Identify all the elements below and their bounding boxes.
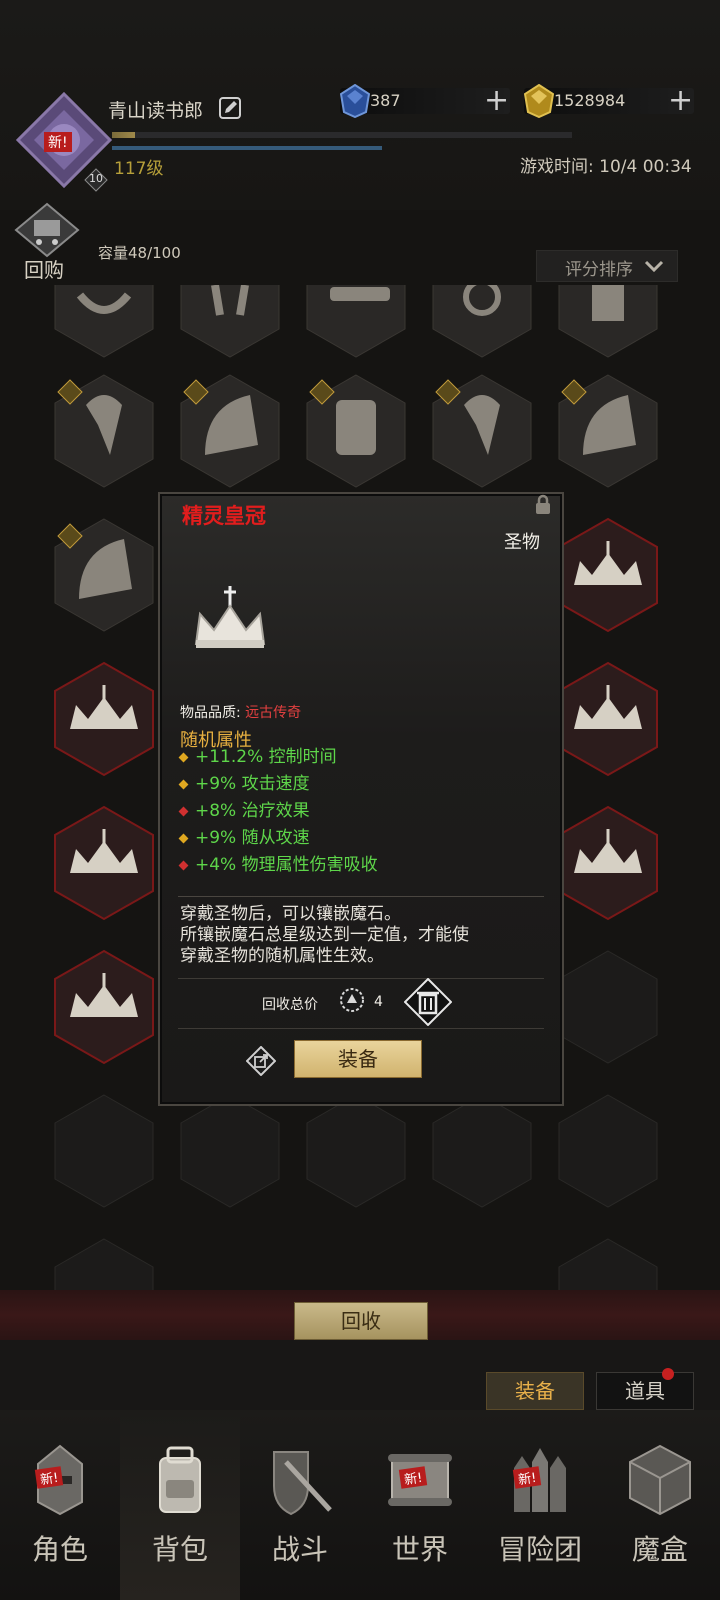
quality-value: 远古传奇 xyxy=(245,705,302,721)
attribute-row: +9% 攻击速度 xyxy=(178,769,310,794)
equip-button[interactable]: 装备 xyxy=(294,1040,422,1078)
nav-role[interactable]: 新! 角色 xyxy=(0,1410,120,1600)
lock-icon[interactable] xyxy=(532,494,554,516)
capacity-label: 容量48/100 xyxy=(98,244,181,262)
item-slot[interactable] xyxy=(558,661,658,777)
cart-icon xyxy=(14,202,80,258)
bottom-navbar: 新! 角色 背包 战斗 新! 世界 新! 冒险团 魔盒 xyxy=(0,1410,720,1600)
empty-slot[interactable] xyxy=(306,1094,406,1208)
item-description: 穿戴圣物后，可以镶嵌魔石。 所镶嵌魔石总星级达到一定值，才能使 穿戴圣物的随机属… xyxy=(180,904,469,966)
item-name: 精灵皇冠 xyxy=(182,504,266,528)
quality-label: 物品品质: xyxy=(180,705,241,721)
item-slot[interactable] xyxy=(306,374,406,488)
gold-currency: 1528984 + xyxy=(524,84,694,118)
soul-stone-icon xyxy=(340,988,364,1012)
divider xyxy=(178,896,544,897)
cube-icon xyxy=(629,1444,691,1516)
empty-slot[interactable] xyxy=(54,1094,154,1208)
edit-icon[interactable] xyxy=(218,96,242,120)
nav-world[interactable]: 新! 世界 xyxy=(360,1410,480,1600)
add-gold-button[interactable]: + xyxy=(668,86,693,116)
item-slot[interactable] xyxy=(558,374,658,488)
divider xyxy=(178,1028,544,1029)
sort-label: 评分排序 xyxy=(565,260,633,280)
empty-slot[interactable] xyxy=(180,1094,280,1208)
empty-slot[interactable] xyxy=(558,1094,658,1208)
recycle-button[interactable]: 回收 xyxy=(294,1302,428,1340)
game-time: 游戏时间: 10/4 00:34 xyxy=(520,157,692,177)
buyback-label: 回购 xyxy=(24,258,64,282)
player-level: 117级 xyxy=(114,159,164,179)
level-badge: 10 xyxy=(84,168,108,192)
item-slot[interactable] xyxy=(54,374,154,488)
item-detail-popup: 精灵皇冠 圣物 物品品质: 远古传奇 随机属性 +11.2% 控制时间 +9% … xyxy=(158,492,564,1106)
item-slot[interactable] xyxy=(180,374,280,488)
item-slot[interactable] xyxy=(558,805,658,921)
item-slot[interactable] xyxy=(54,949,154,1065)
item-slot[interactable] xyxy=(558,517,658,633)
item-slot[interactable] xyxy=(558,285,658,358)
quality-row: 物品品质: 远古传奇 xyxy=(180,702,301,722)
item-slot[interactable] xyxy=(180,285,280,358)
item-slot[interactable] xyxy=(432,374,532,488)
item-slot[interactable] xyxy=(432,285,532,358)
tab-items[interactable]: 道具 xyxy=(596,1372,694,1410)
backpack-icon xyxy=(159,1446,201,1513)
secondary-bar xyxy=(112,146,382,150)
exp-bar-fill xyxy=(112,132,135,138)
empty-slot[interactable] xyxy=(558,1238,658,1295)
sort-dropdown[interactable]: 评分排序 xyxy=(536,250,678,282)
gold-icon xyxy=(524,84,554,118)
gem-icon xyxy=(340,84,370,118)
empty-slot[interactable] xyxy=(54,1238,154,1295)
recycle-price-label: 回收总价 xyxy=(262,997,318,1013)
item-slot[interactable] xyxy=(54,518,154,632)
notification-dot xyxy=(662,1368,674,1380)
nav-battle[interactable]: 战斗 xyxy=(240,1410,360,1600)
chevron-down-icon xyxy=(644,260,664,273)
shield-sword-icon xyxy=(273,1451,332,1516)
nav-magic-box[interactable]: 魔盒 xyxy=(600,1410,720,1600)
tab-equipment[interactable]: 装备 xyxy=(486,1372,584,1410)
share-icon[interactable] xyxy=(246,1046,276,1076)
crown-icon xyxy=(194,586,266,648)
item-slot[interactable] xyxy=(54,805,154,921)
add-gems-button[interactable]: + xyxy=(484,86,509,116)
gem-currency: 387 + xyxy=(340,84,510,118)
trash-icon[interactable] xyxy=(404,978,452,1026)
item-slot[interactable] xyxy=(306,285,406,358)
exp-bar xyxy=(112,132,572,138)
player-name: 青山读书郎 xyxy=(108,100,204,122)
buyback-button[interactable]: 回购 xyxy=(14,202,84,282)
recycle-price-value: 4 xyxy=(374,994,383,1010)
item-type: 圣物 xyxy=(504,532,540,553)
divider xyxy=(178,978,544,979)
nav-bag[interactable]: 背包 xyxy=(120,1410,240,1600)
empty-slot[interactable] xyxy=(432,1094,532,1208)
empty-slot[interactable] xyxy=(558,950,658,1064)
attribute-row: +9% 随从攻速 xyxy=(178,823,310,848)
item-slot[interactable] xyxy=(54,285,154,358)
avatar-new-badge: 新! xyxy=(44,132,72,152)
attribute-row: +4% 物理属性伤害吸收 xyxy=(178,850,378,875)
attribute-row: +8% 治疗效果 xyxy=(178,796,310,821)
item-slot[interactable] xyxy=(54,661,154,777)
attribute-row: +11.2% 控制时间 xyxy=(178,742,337,767)
nav-adventure-team[interactable]: 新! 冒险团 xyxy=(480,1410,600,1600)
